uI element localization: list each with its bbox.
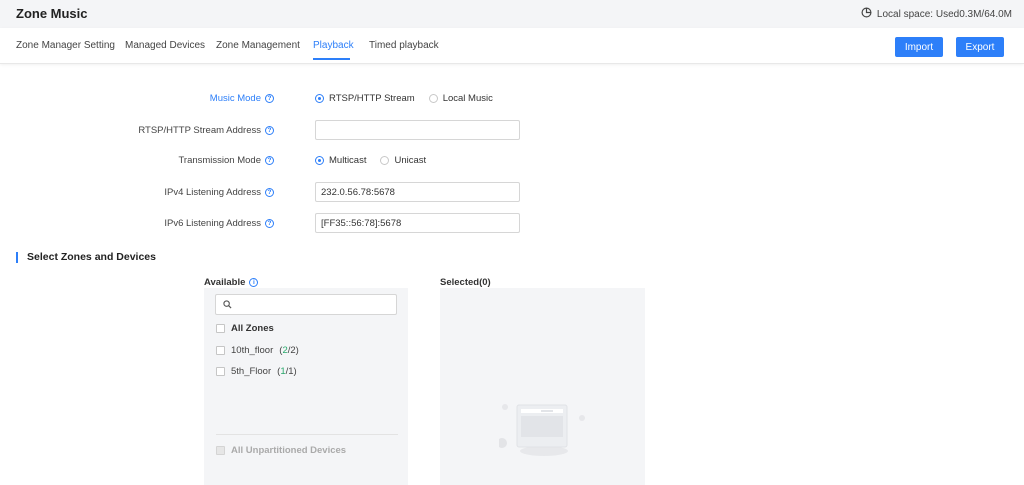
import-button[interactable]: Import [895,37,943,57]
radio-label: Unicast [394,155,427,166]
ipv4-address-label: IPv4 Listening Address ? [164,187,274,198]
empty-state-icon [497,399,589,459]
transmission-mode-radio-group: Multicast Unicast [315,155,426,166]
tab-managed-devices[interactable]: Managed Devices [125,40,205,51]
music-mode-radio-group: RTSP/HTTP Stream Local Music [315,93,493,104]
ipv4-address-row: IPv4 Listening Address ? [0,182,1024,204]
radio-unicast[interactable]: Unicast [380,155,426,166]
zone-item-5th-floor[interactable]: 5th_Floor (1/1) [216,366,297,377]
all-zones-label: All Zones [231,323,274,334]
zone-count-selected: 1 [280,366,286,377]
app-title: Zone Music [16,6,88,21]
zone-device-count: (2/2) [279,345,299,356]
radio-dot-selected[interactable] [315,156,324,165]
zone-name: 5th_Floor [231,366,272,377]
ipv4-address-label-text: IPv4 Listening Address [164,187,261,198]
transmission-mode-label-text: Transmission Mode [178,155,261,166]
radio-label: Multicast [329,155,367,166]
tab-bar: Zone Manager Setting Managed Devices Zon… [0,28,1024,64]
stream-address-label: RTSP/HTTP Stream Address ? [138,125,274,136]
tab-zone-manager-setting[interactable]: Zone Manager Setting [16,40,115,51]
storage-text: Local space: Used0.3M/64.0M [876,8,1012,20]
transmission-mode-row: Transmission Mode ? Multicast Unicast [0,150,1024,172]
available-panel: All Zones 10th_floor (2/2) 5th_Floor (1/… [204,288,408,485]
tab-zone-management[interactable]: Zone Management [216,40,300,51]
section-title: Select Zones and Devices [16,252,156,263]
stream-address-input[interactable] [315,120,520,140]
zone-count-total: 1 [288,366,294,377]
transmission-mode-label: Transmission Mode ? [178,155,274,166]
help-icon[interactable]: ? [265,156,274,165]
zone-count-selected: 2 [282,345,288,356]
active-tab-indicator [313,58,350,60]
app-header: Zone Music Local space: Used0.3M/64.0M [0,0,1024,28]
help-icon[interactable]: ? [265,188,274,197]
pie-chart-icon [861,7,872,21]
radio-label: RTSP/HTTP Stream [329,93,415,104]
radio-dot[interactable] [380,156,390,165]
selected-panel-title: Selected(0) [440,277,491,288]
unpartitioned-label: All Unpartitioned Devices [231,445,347,456]
help-icon[interactable]: ? [265,219,274,228]
zone-count-total: 2 [290,345,296,356]
search-box[interactable] [215,294,397,315]
ipv6-address-row: IPv6 Listening Address ? [0,213,1024,235]
radio-local-music[interactable]: Local Music [428,93,493,104]
music-mode-row: Music Mode ? RTSP/HTTP Stream Local Musi… [0,88,1024,110]
tab-playback[interactable]: Playback [313,40,354,51]
radio-label: Local Music [442,93,493,104]
ipv6-address-label: IPv6 Listening Address ? [164,218,274,229]
ipv4-address-input[interactable] [315,182,520,202]
available-title-text: Available [204,277,246,288]
tab-timed-playback[interactable]: Timed playback [369,40,439,51]
music-mode-label-text: Music Mode [209,93,261,104]
all-zones-checkbox[interactable] [216,324,225,333]
help-icon[interactable]: ? [265,126,274,135]
stream-address-label-text: RTSP/HTTP Stream Address [138,125,261,136]
available-panel-title: Available i [204,277,259,288]
selected-panel [440,288,645,485]
info-icon[interactable]: i [249,278,259,287]
zone-checkbox[interactable] [216,367,225,376]
radio-multicast[interactable]: Multicast [315,155,366,166]
unpartitioned-checkbox [216,446,225,455]
stream-address-row: RTSP/HTTP Stream Address ? [0,120,1024,142]
help-icon[interactable]: ? [265,94,274,103]
zone-item-10th-floor[interactable]: 10th_floor (2/2) [216,345,299,356]
radio-dot-selected[interactable] [315,94,324,103]
divider [216,434,398,435]
unpartitioned-devices-item: All Unpartitioned Devices [216,445,346,456]
zone-name: 10th_floor [231,345,274,356]
zone-device-count: (1/1) [277,366,297,377]
radio-rtsp-http-stream[interactable]: RTSP/HTTP Stream [315,93,415,104]
radio-dot[interactable] [428,94,438,103]
storage-indicator: Local space: Used0.3M/64.0M [861,7,1012,21]
zone-checkbox[interactable] [216,346,225,355]
search-input[interactable] [236,297,394,312]
all-zones-item[interactable]: All Zones [216,323,274,334]
music-mode-label: Music Mode ? [210,93,274,104]
ipv6-address-label-text: IPv6 Listening Address [164,218,261,229]
export-button[interactable]: Export [956,37,1004,57]
ipv6-address-input[interactable] [315,213,520,233]
